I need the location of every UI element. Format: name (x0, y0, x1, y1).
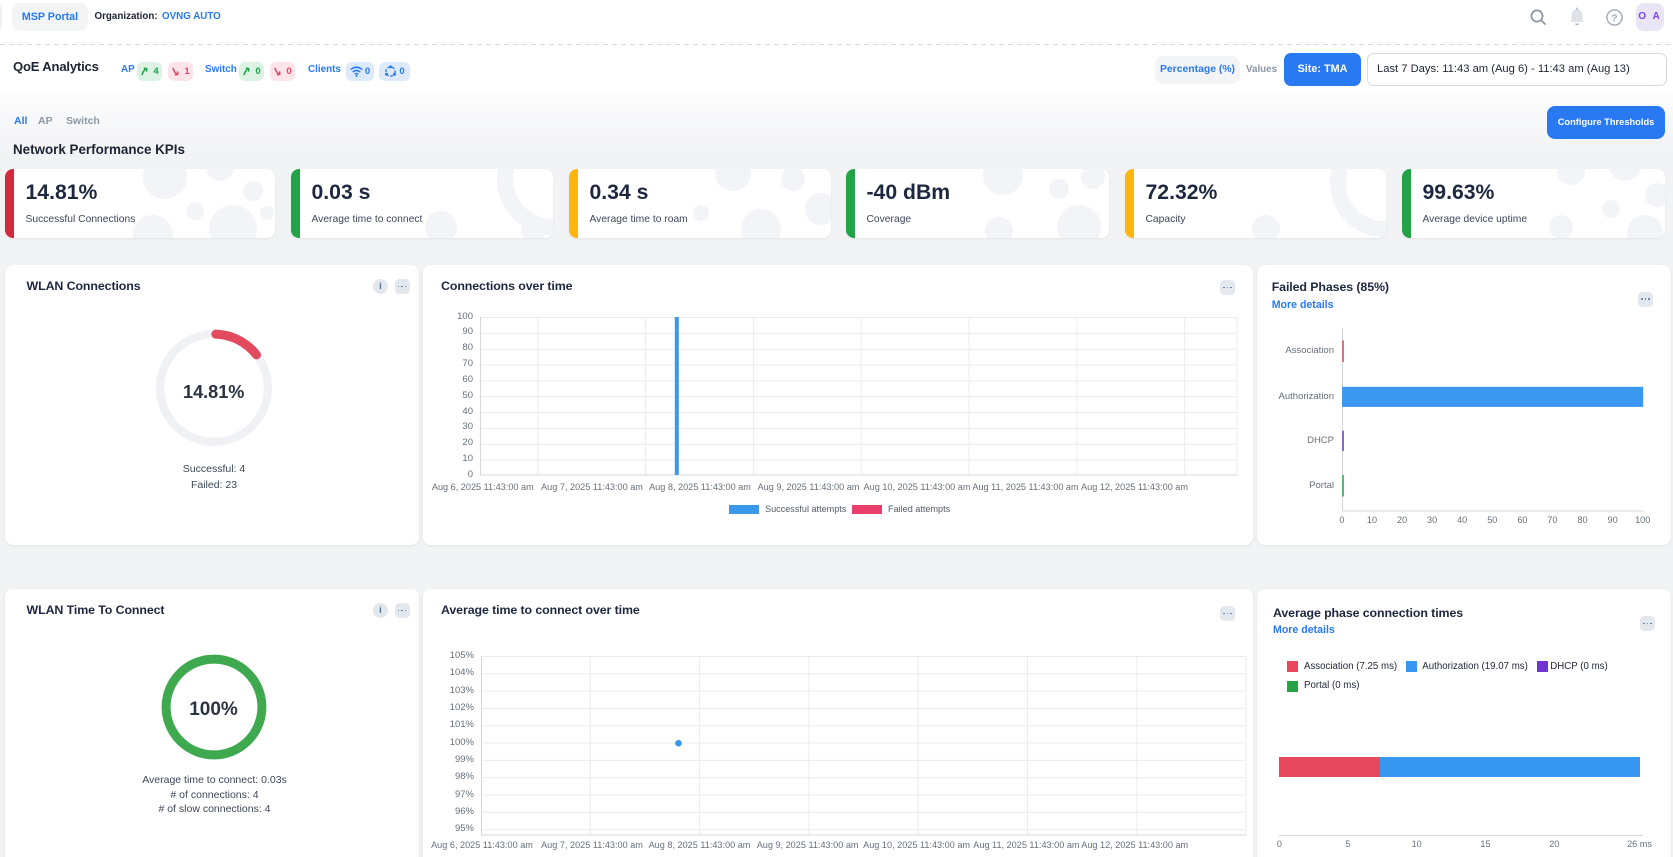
svg-text:?: ? (1611, 12, 1617, 24)
